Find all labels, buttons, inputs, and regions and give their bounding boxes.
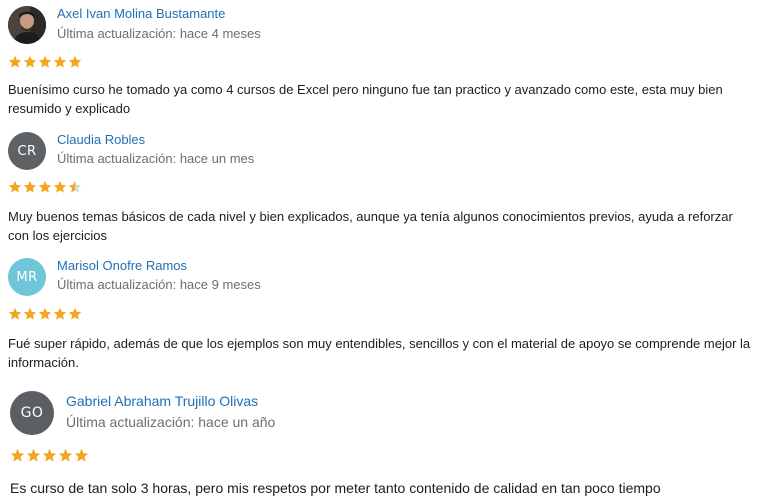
reviewer-name[interactable]: Claudia Robles (57, 132, 145, 147)
avatar[interactable]: MR (8, 258, 46, 296)
reviewer-name[interactable]: Marisol Onofre Ramos (57, 258, 187, 273)
star-filled-icon (8, 55, 22, 68)
star-filled-icon (53, 180, 67, 193)
star-filled-icon (23, 55, 37, 68)
star-filled-icon (38, 55, 52, 68)
last-updated: Última actualización: hace un año (66, 414, 276, 430)
review-card: Axel Ivan Molina Bustamante Última actua… (0, 0, 768, 125)
star-filled-icon (53, 55, 67, 68)
star-filled-icon (74, 448, 89, 462)
star-filled-icon (23, 307, 37, 320)
star-filled-icon (68, 55, 82, 68)
last-updated: Última actualización: hace un mes (57, 151, 255, 166)
avatar[interactable] (8, 6, 46, 44)
star-filled-icon (10, 448, 25, 462)
person-photo-icon (8, 6, 46, 44)
star-filled-icon (58, 448, 73, 462)
reviewer-name[interactable]: Gabriel Abraham Trujillo Olivas (66, 393, 258, 409)
star-filled-icon (26, 448, 41, 462)
star-filled-icon (8, 307, 22, 320)
star-filled-icon (53, 307, 67, 320)
review-card: GO Gabriel Abraham Trujillo Olivas Últim… (0, 380, 768, 504)
review-text: Fué super rápido, además de que los ejem… (8, 336, 751, 370)
avatar-initials: CR (17, 143, 37, 159)
rating-stars (8, 180, 82, 194)
rating-stars (10, 448, 89, 463)
star-filled-icon (8, 180, 22, 193)
avatar-initials: GO (20, 405, 44, 421)
star-filled-icon (38, 180, 52, 193)
review-card: CR Claudia Robles Última actualización: … (0, 125, 768, 250)
review-text: Muy buenos temas básicos de cada nivel y… (8, 209, 733, 243)
review-text: Es curso de tan solo 3 horas, pero mis r… (10, 480, 661, 496)
last-updated: Última actualización: hace 4 meses (57, 26, 261, 41)
star-filled-icon (68, 307, 82, 320)
rating-stars (8, 307, 82, 321)
review-card: MR Marisol Onofre Ramos Última actualiza… (0, 250, 768, 380)
star-half-icon (68, 180, 82, 193)
review-text: Buenísimo curso he tomado ya como 4 curs… (8, 82, 723, 116)
star-filled-icon (38, 307, 52, 320)
rating-stars (8, 55, 82, 69)
star-filled-icon (23, 180, 37, 193)
star-filled-icon (42, 448, 57, 462)
avatar[interactable]: CR (8, 132, 46, 170)
reviewer-name[interactable]: Axel Ivan Molina Bustamante (57, 6, 225, 21)
last-updated: Última actualización: hace 9 meses (57, 277, 261, 292)
avatar-initials: MR (16, 269, 38, 285)
avatar[interactable]: GO (10, 391, 54, 435)
